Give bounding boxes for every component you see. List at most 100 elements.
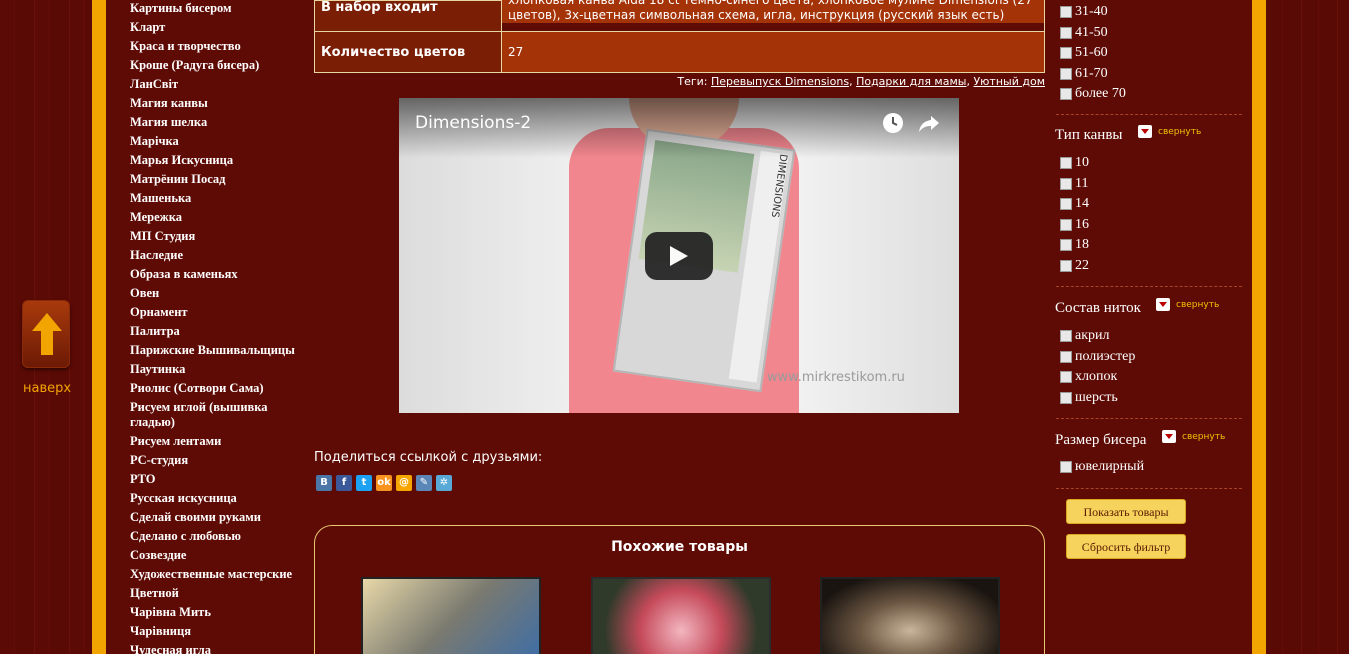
collapse-toggle[interactable]: свернуть xyxy=(1138,125,1201,138)
filter-checkbox[interactable]: акрил xyxy=(1060,328,1110,344)
play-button[interactable] xyxy=(645,232,713,280)
brand-link[interactable]: Картины бисером xyxy=(130,1,232,16)
brand-link[interactable]: МП Студия xyxy=(130,229,195,244)
filter-checkbox[interactable]: 31-40 xyxy=(1060,4,1108,20)
checkbox-box[interactable] xyxy=(1060,351,1072,363)
brand-link[interactable]: Сделано с любовью xyxy=(130,529,241,544)
checkbox-box[interactable] xyxy=(1060,219,1072,231)
filter-section-title: Размер бисера xyxy=(1055,432,1147,448)
twitter-icon[interactable]: t xyxy=(356,475,372,491)
brand-link[interactable]: Образа в каменьях xyxy=(130,267,238,282)
brand-link[interactable]: Созвездие xyxy=(130,548,186,563)
filter-checkbox[interactable]: 41-50 xyxy=(1060,25,1108,41)
facebook-icon[interactable]: f xyxy=(336,475,352,491)
brand-link[interactable]: Художественные мастерские xyxy=(130,567,292,582)
brand-link[interactable]: Марічка xyxy=(130,134,179,149)
filter-checkbox[interactable]: 22 xyxy=(1060,258,1089,274)
video-player[interactable]: DIMENSIONS Dimensions-2 www.mirkrestikom… xyxy=(399,98,959,413)
filter-checkbox[interactable]: полиэстер xyxy=(1060,349,1135,365)
filter-checkbox[interactable]: шерсть xyxy=(1060,390,1118,406)
brand-link[interactable]: Паутинка xyxy=(130,362,185,377)
collapse-toggle[interactable]: свернуть xyxy=(1156,298,1219,311)
spec-value: 27 xyxy=(501,31,1045,73)
filter-checkbox[interactable]: 61-70 xyxy=(1060,66,1108,82)
brand-link[interactable]: ЛанСвіт xyxy=(130,77,178,92)
checkbox-label: более 70 xyxy=(1075,86,1126,101)
brand-link[interactable]: Магия шелка xyxy=(130,115,207,130)
share-buttons: Вf t ok @ ✎ ✲ xyxy=(316,475,452,491)
tag-link[interactable]: Уютный дом xyxy=(973,75,1045,88)
liveinternet-icon[interactable]: ✲ xyxy=(436,475,452,491)
back-to-top-label[interactable]: наверх xyxy=(23,381,71,396)
filter-checkbox[interactable]: хлопок xyxy=(1060,369,1117,385)
watch-later-icon[interactable] xyxy=(881,111,905,135)
tag-link[interactable]: Подарки для мамы xyxy=(856,75,966,88)
filter-checkbox[interactable]: более 70 xyxy=(1060,86,1126,102)
brand-link[interactable]: Парижские Вышивальщицы xyxy=(130,343,295,358)
show-products-button[interactable]: Показать товары xyxy=(1066,499,1186,524)
spec-value: хлопковая канва Aida 18 ct темно-синего … xyxy=(501,0,1045,24)
collapse-arrow-icon xyxy=(1156,298,1170,311)
checkbox-box[interactable] xyxy=(1060,68,1072,80)
play-icon xyxy=(670,246,688,266)
reset-filter-button[interactable]: Сбросить фильтр xyxy=(1066,534,1186,559)
checkbox-box[interactable] xyxy=(1060,260,1072,272)
brand-link[interactable]: Матрёнин Посад xyxy=(130,172,226,187)
checkbox-box[interactable] xyxy=(1060,330,1072,342)
odnoklassniki-icon[interactable]: ok xyxy=(376,475,392,491)
video-title[interactable]: Dimensions-2 xyxy=(415,113,531,133)
brand-link[interactable]: Сделай своими руками xyxy=(130,510,261,525)
brand-link[interactable]: Орнамент xyxy=(130,305,188,320)
brand-link[interactable]: Русская искусница xyxy=(130,491,237,506)
brand-link[interactable]: Риолис (Сотвори Сама) xyxy=(130,381,264,396)
filter-checkbox[interactable]: ювелирный xyxy=(1060,459,1144,475)
product-thumbnail[interactable] xyxy=(591,577,771,654)
filter-checkbox[interactable]: 11 xyxy=(1060,176,1088,192)
checkbox-label: ювелирный xyxy=(1075,459,1145,474)
filter-checkbox[interactable]: 18 xyxy=(1060,237,1089,253)
brand-link[interactable]: Палитра xyxy=(130,324,180,339)
brand-link[interactable]: Цветной xyxy=(130,586,179,601)
brand-link[interactable]: Овен xyxy=(130,286,159,301)
brand-link[interactable]: Краса и творчество xyxy=(130,39,241,54)
livejournal-icon[interactable]: ✎ xyxy=(416,475,432,491)
product-thumbnail[interactable] xyxy=(361,577,541,654)
brand-link[interactable]: Машенька xyxy=(130,191,191,206)
brand-link[interactable]: Чарівниця xyxy=(130,624,191,639)
filter-checkbox[interactable]: 10 xyxy=(1060,155,1089,171)
tag-link[interactable]: Перевыпуск Dimensions xyxy=(711,75,849,88)
brand-link[interactable]: Кроше (Радуга бисера) xyxy=(130,58,259,73)
brand-link[interactable]: Чарівна Мить xyxy=(130,605,211,620)
brand-link[interactable]: Рисуем лентами xyxy=(130,434,221,449)
filter-checkbox[interactable]: 16 xyxy=(1060,217,1089,233)
brand-link[interactable]: PTO xyxy=(130,472,155,487)
brand-link[interactable]: Марья Искусница xyxy=(130,153,233,168)
checkbox-box[interactable] xyxy=(1060,47,1072,59)
brand-link[interactable]: Мережка xyxy=(130,210,182,225)
mailru-icon[interactable]: @ xyxy=(396,475,412,491)
checkbox-box[interactable] xyxy=(1060,371,1072,383)
product-thumbnail[interactable] xyxy=(820,577,1000,654)
collapse-toggle[interactable]: свернуть xyxy=(1162,430,1225,443)
brand-link[interactable]: Рисуем иглой (вышивка гладью) xyxy=(130,400,300,430)
checkbox-box[interactable] xyxy=(1060,6,1072,18)
checkbox-box[interactable] xyxy=(1060,461,1072,473)
checkbox-box[interactable] xyxy=(1060,157,1072,169)
brand-link[interactable]: Магия канвы xyxy=(130,96,208,111)
checkbox-box[interactable] xyxy=(1060,88,1072,100)
back-to-top-button[interactable] xyxy=(22,300,70,368)
filter-checkbox[interactable]: 14 xyxy=(1060,196,1089,212)
checkbox-label: 18 xyxy=(1075,237,1089,252)
brand-link[interactable]: Кларт xyxy=(130,20,165,35)
brand-link[interactable]: Чудесная игла xyxy=(130,643,211,654)
checkbox-box[interactable] xyxy=(1060,27,1072,39)
checkbox-box[interactable] xyxy=(1060,392,1072,404)
checkbox-box[interactable] xyxy=(1060,239,1072,251)
brand-link[interactable]: Наследие xyxy=(130,248,183,263)
vk-icon[interactable]: В xyxy=(316,475,332,491)
share-icon[interactable] xyxy=(917,111,941,135)
brand-link[interactable]: PC-студия xyxy=(130,453,188,468)
checkbox-box[interactable] xyxy=(1060,178,1072,190)
filter-checkbox[interactable]: 51-60 xyxy=(1060,45,1108,61)
checkbox-box[interactable] xyxy=(1060,198,1072,210)
